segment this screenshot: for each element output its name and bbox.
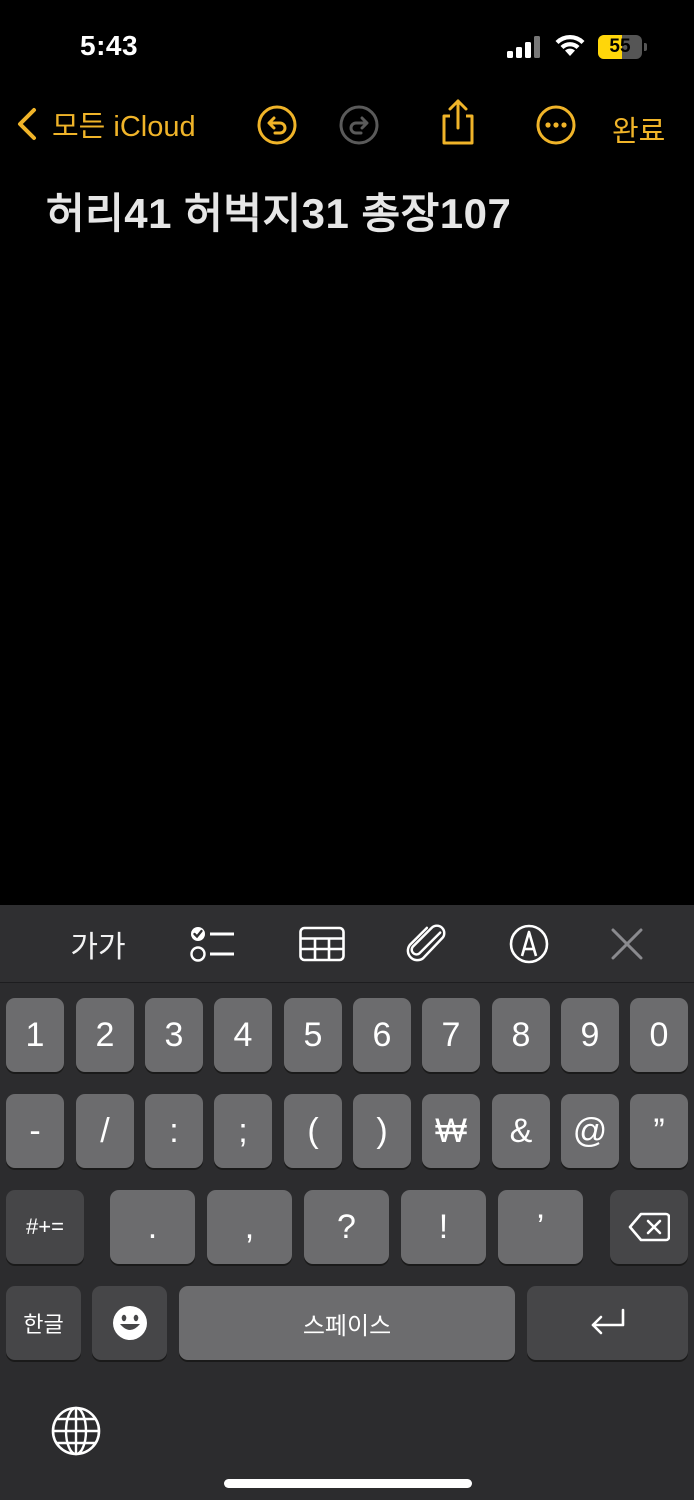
redo-icon[interactable] — [338, 104, 380, 146]
return-icon — [591, 1308, 624, 1335]
notes-nav-bar: 모든 iCloud 완료 — [0, 90, 694, 160]
key-7[interactable]: 7 — [422, 998, 480, 1072]
cellular-signal-icon — [507, 36, 540, 58]
key-exclamation[interactable]: ! — [401, 1190, 486, 1264]
key-won[interactable]: ₩ — [422, 1094, 480, 1168]
key-comma[interactable]: , — [207, 1190, 292, 1264]
note-body-text[interactable]: 허리41 허벅지31 총장107 — [46, 180, 511, 241]
table-icon[interactable] — [298, 923, 346, 965]
more-icon[interactable] — [535, 104, 577, 146]
emoji-icon — [112, 1306, 147, 1340]
keyboard: 가가 1 2 3 4 5 6 7 8 9 0 - /: ; () ₩ & @… — [0, 905, 694, 1500]
home-indicator — [224, 1479, 472, 1488]
text-format-label: 가가 — [70, 931, 126, 964]
close-icon[interactable] — [608, 923, 646, 965]
return-key[interactable] — [527, 1286, 688, 1360]
globe-icon[interactable] — [50, 1405, 102, 1457]
key-8[interactable]: 8 — [492, 998, 550, 1072]
key-hyphen[interactable]: - — [6, 1094, 64, 1168]
paperclip-icon[interactable] — [404, 923, 450, 965]
back-label: 모든 iCloud — [52, 111, 196, 143]
status-bar: 5:43 55 — [0, 0, 694, 90]
markup-pen-icon[interactable] — [507, 923, 551, 965]
backspace-key[interactable] — [610, 1190, 688, 1264]
space-key[interactable]: 스페이스 — [179, 1286, 515, 1360]
key-close-paren[interactable]: ) — [353, 1094, 411, 1168]
key-semicolon[interactable]: ; — [214, 1094, 272, 1168]
battery-level: 55 — [609, 36, 631, 57]
chevron-left-icon — [18, 108, 36, 140]
status-time: 5:43 — [80, 30, 139, 61]
key-3[interactable]: 3 — [145, 998, 203, 1072]
key-korean-language[interactable]: 한글 — [6, 1286, 81, 1360]
key-open-paren[interactable]: ( — [284, 1094, 342, 1168]
key-9[interactable]: 9 — [561, 998, 619, 1072]
key-ampersand[interactable]: & — [492, 1094, 550, 1168]
key-5[interactable]: 5 — [284, 998, 342, 1072]
key-colon[interactable]: : — [145, 1094, 203, 1168]
share-icon[interactable] — [437, 98, 479, 146]
key-at[interactable]: @ — [561, 1094, 619, 1168]
backspace-icon — [628, 1212, 670, 1242]
checklist-icon[interactable] — [188, 923, 236, 965]
key-0[interactable]: 0 — [630, 998, 688, 1072]
emoji-key[interactable] — [92, 1286, 167, 1360]
wifi-icon — [555, 34, 585, 56]
key-apostrophe[interactable]: ’ — [498, 1190, 583, 1264]
text-format-button[interactable]: 가가 — [66, 923, 130, 965]
key-slash[interactable]: / — [76, 1094, 134, 1168]
done-button[interactable]: 완료 — [612, 108, 665, 150]
back-button[interactable]: 모든 iCloud — [14, 104, 196, 144]
key-1[interactable]: 1 — [6, 998, 64, 1072]
key-more-symbols[interactable]: #+= — [6, 1190, 84, 1264]
keyboard-toolbar: 가가 — [0, 905, 694, 983]
key-period[interactable]: . — [110, 1190, 195, 1264]
battery-icon: 55 — [598, 35, 648, 59]
key-4[interactable]: 4 — [214, 998, 272, 1072]
key-6[interactable]: 6 — [353, 998, 411, 1072]
key-quote[interactable]: ” — [630, 1094, 688, 1168]
undo-icon[interactable] — [256, 104, 298, 146]
key-2[interactable]: 2 — [76, 998, 134, 1072]
key-question[interactable]: ? — [304, 1190, 389, 1264]
